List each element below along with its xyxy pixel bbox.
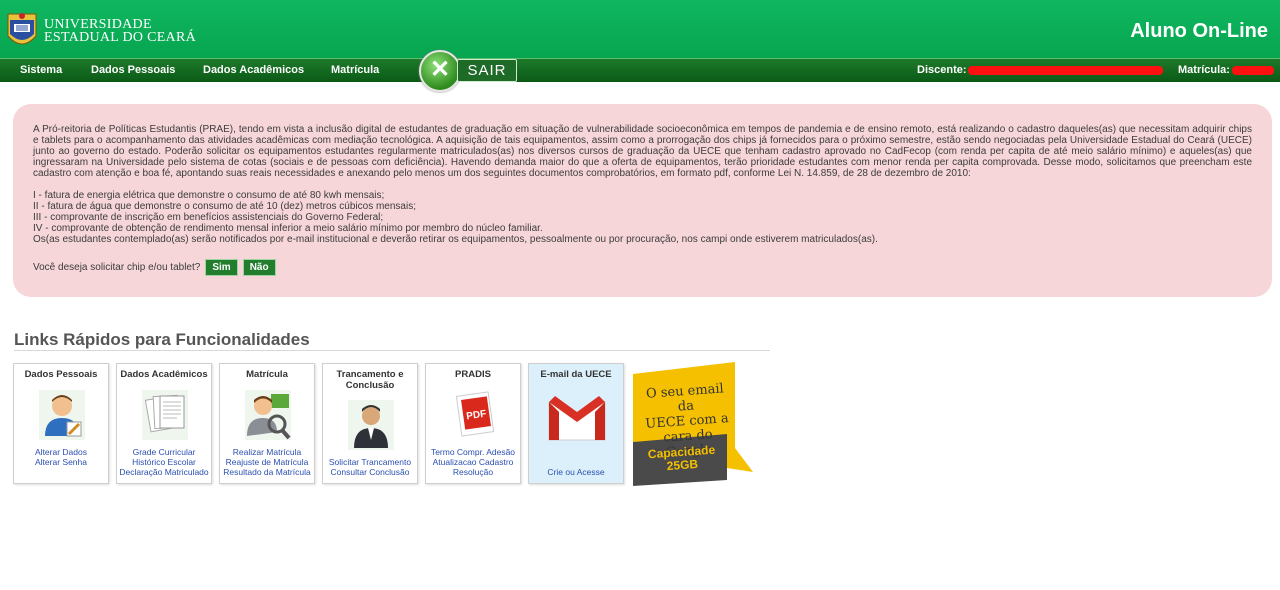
chip-tablet-notice: A Pró-reitoria de Políticas Estudantis (… <box>13 104 1272 297</box>
card-links: Grade Curricular Histórico Escolar Decla… <box>117 447 211 477</box>
link-alterar-dados[interactable]: Alterar Dados <box>14 447 108 457</box>
request-question-row: Você deseja solicitar chip e/ou tablet? … <box>33 259 1252 276</box>
nav-item-matricula[interactable]: Matrícula <box>331 64 379 76</box>
quick-links-title: Links Rápidos para Funcionalidades <box>14 330 310 349</box>
university-logo <box>6 10 38 52</box>
list-item: Os(as estudantes contemplado(as) serão n… <box>33 234 878 245</box>
notice-paragraph: A Pró-reitoria de Políticas Estudantis (… <box>33 124 1252 179</box>
user-edit-icon[interactable] <box>37 388 87 442</box>
pdf-icon[interactable]: PDF <box>449 386 499 440</box>
link-reajuste-matricula[interactable]: Reajuste de Matrícula <box>220 457 314 467</box>
card-links: Crie ou Acesse <box>529 467 623 477</box>
university-name-line2: ESTADUAL DO CEARÁ <box>44 30 197 45</box>
list-item: IV - comprovante de obtenção de rendimen… <box>33 223 543 234</box>
link-resultado-matricula[interactable]: Resultado da Matrícula <box>220 467 314 477</box>
request-question: Você deseja solicitar chip e/ou tablet? <box>33 262 201 273</box>
graduate-icon[interactable] <box>346 398 396 450</box>
nav-item-dados-academicos[interactable]: Dados Acadêmicos <box>203 64 304 76</box>
card-email-uece: E-mail da UECE Crie ou Acesse <box>528 363 624 484</box>
card-title: E-mail da UECE <box>540 369 612 380</box>
link-solicitar-trancamento[interactable]: Solicitar Trancamento <box>323 457 417 467</box>
link-declaracao-matriculado[interactable]: Declaração Matriculado <box>117 467 211 477</box>
matricula-label: Matrícula: <box>1178 64 1230 76</box>
card-links: Solicitar Trancamento Consultar Conclusã… <box>323 457 417 477</box>
app-title: Aluno On-Line <box>1130 20 1268 42</box>
link-alterar-senha[interactable]: Alterar Senha <box>14 457 108 467</box>
discente-label: Discente: <box>917 64 967 76</box>
gmail-icon[interactable] <box>543 388 611 442</box>
yes-button[interactable]: Sim <box>205 259 238 276</box>
divider <box>14 350 770 351</box>
university-name: UNIVERSIDADE ESTADUAL DO CEARÁ <box>44 18 197 45</box>
documents-icon[interactable] <box>140 388 190 442</box>
card-trancamento-conclusao: Trancamento e Conclusão Solicitar Tranca… <box>322 363 418 484</box>
list-item: II - fatura de água que demonstre o cons… <box>33 201 416 212</box>
redacted-matricula-number <box>1232 66 1274 75</box>
link-historico-escolar[interactable]: Histórico Escolar <box>117 457 211 467</box>
card-pradis: PRADIS PDF Termo Compr. Adesão Atualizac… <box>425 363 521 484</box>
nav-item-dados-pessoais[interactable]: Dados Pessoais <box>91 64 175 76</box>
google-email-banner[interactable]: O seu email da UECE com a cara do Google… <box>629 362 755 486</box>
header: UNIVERSIDADE ESTADUAL DO CEARÁ Aluno On-… <box>0 0 1280 58</box>
redacted-student-name <box>968 66 1163 75</box>
link-realizar-matricula[interactable]: Realizar Matrícula <box>220 447 314 457</box>
document-list: I - fatura de energia elétrica que demon… <box>33 190 1252 245</box>
user-search-icon[interactable] <box>243 388 293 442</box>
list-item: III - comprovante de inscrição em benefí… <box>33 212 384 223</box>
logout-button[interactable]: ✕ SAIR <box>419 48 517 92</box>
nav-item-sistema[interactable]: Sistema <box>20 64 62 76</box>
list-item: I - fatura de energia elétrica que demon… <box>33 190 385 201</box>
card-title: Dados Pessoais <box>24 369 98 380</box>
link-crie-ou-acesse[interactable]: Crie ou Acesse <box>529 467 623 477</box>
link-grade-curricular[interactable]: Grade Curricular <box>117 447 211 457</box>
card-title: Matrícula <box>246 369 288 380</box>
card-title: PRADIS <box>455 369 491 380</box>
logout-label: SAIR <box>457 59 517 82</box>
close-icon: ✕ <box>419 50 461 92</box>
card-links: Alterar Dados Alterar Senha <box>14 447 108 477</box>
card-dados-pessoais: Dados Pessoais Alterar Dados Alterar Sen… <box>13 363 109 484</box>
main-nav: Sistema Dados Pessoais Dados Acadêmicos … <box>0 58 1280 82</box>
card-dados-academicos: Dados Acadêmicos Grade Curricular Histór… <box>116 363 212 484</box>
link-termo-adesao[interactable]: Termo Compr. Adesão <box>426 447 520 457</box>
link-consultar-conclusao[interactable]: Consultar Conclusão <box>323 467 417 477</box>
card-title: Trancamento e Conclusão <box>336 369 404 391</box>
link-resolucao[interactable]: Resolução <box>426 467 520 477</box>
card-matricula: Matrícula Realizar Matrícula Reajuste de… <box>219 363 315 484</box>
link-atualizacao-cadastro[interactable]: Atualizacao Cadastro <box>426 457 520 467</box>
card-links: Realizar Matrícula Reajuste de Matrícula… <box>220 447 314 477</box>
card-links: Termo Compr. Adesão Atualizacao Cadastro… <box>426 447 520 477</box>
no-button[interactable]: Não <box>242 259 276 276</box>
card-title: Dados Acadêmicos <box>120 369 208 380</box>
